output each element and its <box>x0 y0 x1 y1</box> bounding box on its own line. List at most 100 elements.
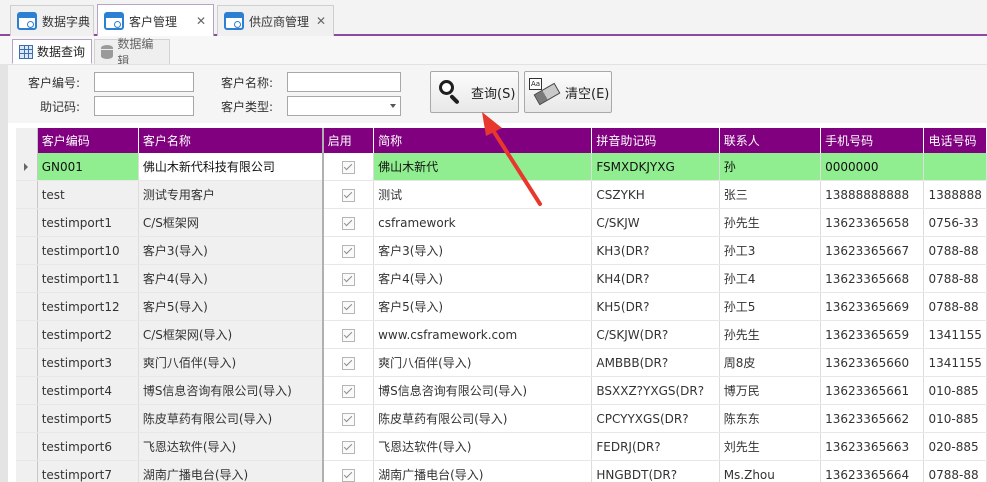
close-icon[interactable]: ✕ <box>315 14 327 28</box>
column-header[interactable]: 手机号码 <box>820 128 925 153</box>
table-row[interactable]: testimport3 爽门八佰伴(导入) 爽门八佰伴(导入) AMBBB(DR? 周8… <box>16 348 987 377</box>
enabled-checkbox-cell[interactable] <box>322 432 375 461</box>
doc-tab-data-dictionary[interactable]: 数据字典 <box>10 5 94 36</box>
cell-contact[interactable]: 孙工4 <box>719 264 822 293</box>
cell-name[interactable]: 测试专用客户 <box>138 180 324 209</box>
cell-contact[interactable]: 张三 <box>719 180 822 209</box>
cell-contact[interactable]: 孙先生 <box>719 208 822 237</box>
row-indicator[interactable] <box>16 460 38 482</box>
tab-data-edit[interactable]: 数据编辑 <box>94 37 170 68</box>
enabled-checkbox-cell[interactable] <box>322 264 375 293</box>
column-header[interactable]: 客户编码 <box>37 128 139 153</box>
cell-phone[interactable]: 0788-88 <box>923 292 987 321</box>
doc-tab-supplier-management[interactable]: 供应商管理 ✕ <box>217 5 334 36</box>
checkbox[interactable] <box>341 300 355 314</box>
cell-phone[interactable]: 010-885 <box>923 404 987 433</box>
cell-pinyin[interactable]: AMBBB(DR? <box>591 348 720 377</box>
cell-pinyin[interactable]: FSMXDKJYXG <box>591 153 720 181</box>
cell-contact[interactable]: 孙 <box>719 153 822 181</box>
cell-contact[interactable]: 周8皮 <box>719 348 822 377</box>
checkbox[interactable] <box>341 216 355 230</box>
cell-code[interactable]: GN001 <box>37 153 139 181</box>
cell-mobile[interactable]: 13888888888 <box>820 180 925 209</box>
table-row[interactable]: testimport7 湖南广播电台(导入) 湖南广播电台(导入) HNGBDT(DR… <box>16 460 987 482</box>
cell-phone[interactable]: 0788-88 <box>923 236 987 265</box>
helper-code-input[interactable] <box>94 96 194 116</box>
cell-contact[interactable]: 孙工3 <box>719 236 822 265</box>
cell-pinyin[interactable]: HNGBDT(DR? <box>591 460 720 482</box>
checkbox[interactable] <box>341 384 355 398</box>
cell-pinyin[interactable]: KH4(DR? <box>591 264 720 293</box>
cell-contact[interactable]: 孙先生 <box>719 320 822 349</box>
enabled-checkbox-cell[interactable] <box>322 376 375 405</box>
table-row[interactable]: testimport5 陈皮草药有限公司(导入) 陈皮草药有限公司(导入) CPCYY… <box>16 404 987 433</box>
cell-name[interactable]: 客户5(导入) <box>138 292 324 321</box>
cell-mobile[interactable]: 13623365663 <box>820 432 925 461</box>
cell-name[interactable]: 客户3(导入) <box>138 236 324 265</box>
cell-name[interactable]: 飞恩达软件(导入) <box>138 432 324 461</box>
cell-code[interactable]: testimport6 <box>37 432 139 461</box>
cell-contact[interactable]: Ms.Zhou <box>719 460 822 482</box>
row-indicator[interactable] <box>16 208 38 237</box>
cell-contact[interactable]: 刘先生 <box>719 432 822 461</box>
customer-type-select[interactable] <box>287 96 401 116</box>
row-indicator[interactable] <box>16 432 38 461</box>
customer-name-input[interactable] <box>287 72 401 92</box>
cell-name[interactable]: C/S框架网(导入) <box>138 320 324 349</box>
cell-code[interactable]: testimport2 <box>37 320 139 349</box>
cell-mobile[interactable]: 13623365669 <box>820 292 925 321</box>
enabled-checkbox-cell[interactable] <box>322 153 375 181</box>
cell-mobile[interactable]: 13623365661 <box>820 376 925 405</box>
table-row[interactable]: testimport11 客户4(导入) 客户4(导入) KH4(DR? 孙工4 1362… <box>16 264 987 293</box>
cell-pinyin[interactable]: CSZYKH <box>591 180 720 209</box>
cell-mobile[interactable]: 13623365658 <box>820 208 925 237</box>
cell-mobile[interactable]: 0000000 <box>820 153 925 181</box>
enabled-checkbox-cell[interactable] <box>322 208 375 237</box>
cell-mobile[interactable]: 13623365662 <box>820 404 925 433</box>
table-row[interactable]: testimport10 客户3(导入) 客户3(导入) KH3(DR? 孙工3 1362… <box>16 236 987 265</box>
cell-contact[interactable]: 博万民 <box>719 376 822 405</box>
cell-code[interactable]: testimport3 <box>37 348 139 377</box>
table-row[interactable]: testimport6 飞恩达软件(导入) 飞恩达软件(导入) FEDRJ(DR? 刘先… <box>16 432 987 461</box>
customer-code-input[interactable] <box>94 72 194 92</box>
close-icon[interactable]: ✕ <box>195 14 207 28</box>
checkbox[interactable] <box>341 188 355 202</box>
cell-short[interactable]: 爽门八佰伴(导入) <box>373 348 593 377</box>
cell-name[interactable]: 博S信息咨询有限公司(导入) <box>138 376 324 405</box>
enabled-checkbox-cell[interactable] <box>322 460 375 482</box>
checkbox[interactable] <box>341 160 355 174</box>
row-indicator[interactable] <box>16 292 38 321</box>
row-indicator[interactable] <box>16 180 38 209</box>
table-row[interactable]: testimport12 客户5(导入) 客户5(导入) KH5(DR? 孙工5 1362… <box>16 292 987 321</box>
enabled-checkbox-cell[interactable] <box>322 348 375 377</box>
column-header[interactable]: 联系人 <box>719 128 822 153</box>
cell-name[interactable]: 陈皮草药有限公司(导入) <box>138 404 324 433</box>
clear-button[interactable]: Aa 清空(E) <box>524 71 612 113</box>
cell-pinyin[interactable]: C/SKJW <box>591 208 720 237</box>
row-indicator[interactable] <box>16 320 38 349</box>
row-indicator[interactable] <box>16 236 38 265</box>
cell-phone[interactable]: 010-885 <box>923 376 987 405</box>
cell-short[interactable]: 陈皮草药有限公司(导入) <box>373 404 593 433</box>
cell-phone[interactable]: 0788-88 <box>923 460 987 482</box>
checkbox[interactable] <box>341 440 355 454</box>
column-header[interactable]: 客户名称 <box>138 128 324 153</box>
cell-code[interactable]: testimport10 <box>37 236 139 265</box>
cell-mobile[interactable]: 13623365659 <box>820 320 925 349</box>
cell-short[interactable]: 客户5(导入) <box>373 292 593 321</box>
cell-short[interactable]: 湖南广播电台(导入) <box>373 460 593 482</box>
cell-name[interactable]: 客户4(导入) <box>138 264 324 293</box>
cell-mobile[interactable]: 13623365660 <box>820 348 925 377</box>
cell-pinyin[interactable]: CPCYYXGS(DR? <box>591 404 720 433</box>
cell-code[interactable]: testimport4 <box>37 376 139 405</box>
cell-pinyin[interactable]: FEDRJ(DR? <box>591 432 720 461</box>
cell-phone[interactable]: 020-885 <box>923 432 987 461</box>
cell-code[interactable]: testimport1 <box>37 208 139 237</box>
cell-phone[interactable]: 1341155 <box>923 320 987 349</box>
tab-data-query[interactable]: 数据查询 <box>12 39 92 64</box>
table-row[interactable]: testimport2 C/S框架网(导入) www.csframework.com… <box>16 320 987 349</box>
cell-name[interactable]: C/S框架网 <box>138 208 324 237</box>
cell-contact[interactable]: 陈东东 <box>719 404 822 433</box>
table-row[interactable]: testimport4 博S信息咨询有限公司(导入) 博S信息咨询有限公司(导入) B… <box>16 376 987 405</box>
cell-mobile[interactable]: 13623365664 <box>820 460 925 482</box>
